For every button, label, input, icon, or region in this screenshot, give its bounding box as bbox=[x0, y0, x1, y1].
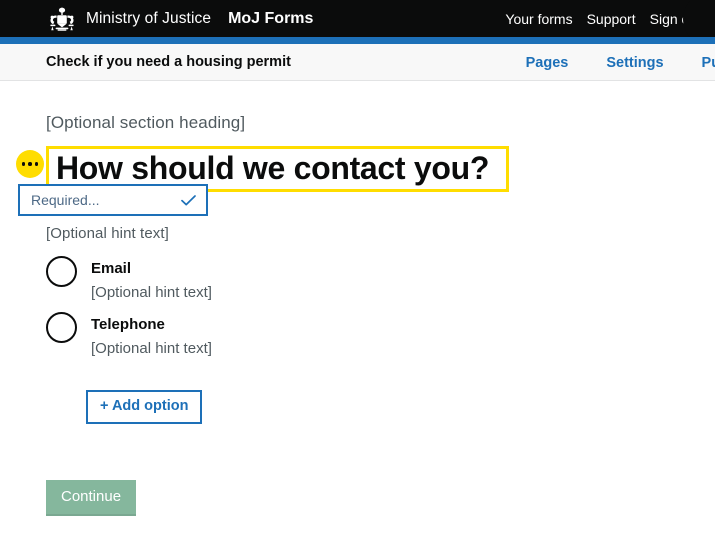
header-link-your-forms[interactable]: Your forms bbox=[505, 11, 572, 27]
form-navigation-links: Pages Settings Publi bbox=[526, 44, 715, 81]
radio-option-hint[interactable]: [Optional hint text] bbox=[91, 339, 212, 359]
tab-settings[interactable]: Settings bbox=[606, 55, 663, 71]
radio-option-list: Email [Optional hint text] Telephone [Op… bbox=[46, 255, 715, 358]
radio-option-row[interactable]: Email [Optional hint text] bbox=[46, 255, 715, 302]
global-header: Ministry of Justice MoJ Forms Your forms… bbox=[0, 0, 715, 37]
required-setting-label: Required... bbox=[31, 192, 100, 208]
global-header-links: Your forms Support Sign out bbox=[505, 0, 701, 37]
global-header-brand[interactable]: Ministry of Justice MoJ Forms bbox=[46, 6, 313, 32]
royal-coat-of-arms-icon bbox=[50, 6, 74, 31]
ellipsis-icon[interactable] bbox=[16, 150, 44, 178]
product-name: MoJ Forms bbox=[228, 9, 314, 27]
section-heading[interactable]: [Optional section heading] bbox=[46, 113, 715, 133]
required-setting-dropdown[interactable]: Required... bbox=[18, 184, 208, 216]
radio-button-icon[interactable] bbox=[46, 312, 77, 344]
page-edge-artefact bbox=[683, 0, 715, 37]
radio-option-row[interactable]: Telephone [Optional hint text] bbox=[46, 311, 715, 358]
check-icon bbox=[181, 194, 196, 205]
radio-option-hint[interactable]: [Optional hint text] bbox=[91, 283, 212, 303]
header-accent-bar bbox=[0, 37, 715, 44]
radio-option-label[interactable]: Email bbox=[91, 260, 131, 277]
header-link-support[interactable]: Support bbox=[587, 11, 636, 27]
organisation-name: Ministry of Justice bbox=[86, 9, 212, 27]
question-heading-wrapper: How should we contact you? Required... bbox=[16, 146, 509, 216]
tab-publish[interactable]: Publi bbox=[702, 55, 715, 71]
radio-option-texts: Email [Optional hint text] bbox=[91, 255, 212, 302]
form-title: Check if you need a housing permit bbox=[46, 54, 291, 70]
radio-button-icon[interactable] bbox=[46, 256, 77, 288]
page-hint-text[interactable]: [Optional hint text] bbox=[46, 225, 715, 242]
ellipsis-dot bbox=[28, 162, 32, 166]
continue-button-row: Continue bbox=[46, 424, 715, 516]
ellipsis-dot bbox=[34, 162, 39, 166]
radio-option-label[interactable]: Telephone bbox=[91, 316, 165, 333]
page-editor-canvas: [Optional section heading] How should we… bbox=[0, 113, 715, 536]
radio-option-texts: Telephone [Optional hint text] bbox=[91, 311, 212, 358]
continue-button[interactable]: Continue bbox=[46, 479, 137, 516]
question-heading-text: How should we contact you? bbox=[56, 150, 490, 186]
form-navigation-bar: Check if you need a housing permit Pages… bbox=[0, 44, 715, 81]
ellipsis-dot bbox=[21, 162, 26, 166]
add-option-button[interactable]: + Add option bbox=[86, 390, 203, 424]
tab-pages[interactable]: Pages bbox=[526, 55, 569, 71]
